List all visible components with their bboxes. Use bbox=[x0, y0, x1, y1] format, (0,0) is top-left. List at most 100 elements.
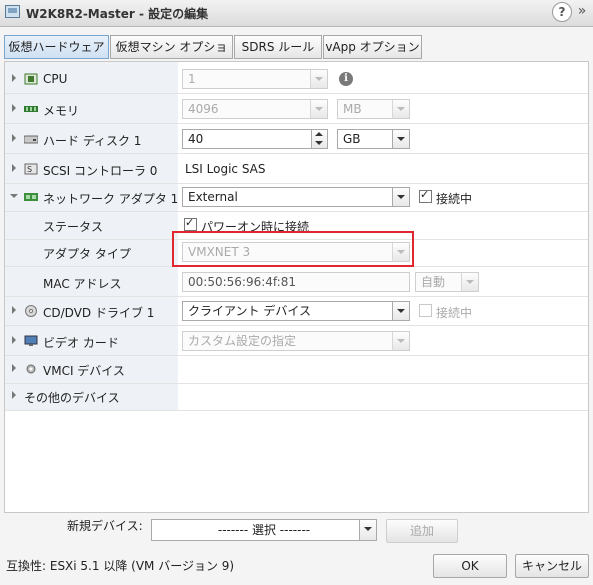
video-card-icon bbox=[24, 335, 38, 346]
video-label: ビデオ カード bbox=[43, 336, 119, 350]
hard-disk-icon bbox=[24, 135, 38, 144]
vmci-label: VMCI デバイス bbox=[43, 364, 125, 378]
ok-button[interactable]: OK bbox=[433, 554, 507, 578]
new-device-select[interactable]: ------- 選択 ------- bbox=[151, 519, 377, 541]
scsi-label-cell[interactable]: S SCSI コントローラ 0 bbox=[5, 155, 178, 183]
scsi-label: SCSI コントローラ 0 bbox=[43, 164, 158, 178]
tab-virtual-hardware[interactable]: 仮想ハードウェア bbox=[4, 35, 109, 59]
tab-vm-options[interactable]: 仮想マシン オプション bbox=[110, 35, 233, 76]
new-device-value: ------- 選択 ------- bbox=[217, 523, 311, 537]
disk-size-input[interactable]: 40 bbox=[182, 129, 328, 149]
mac-mode-select[interactable]: 自動 bbox=[415, 272, 479, 292]
cddvd-label: CD/DVD ドライブ 1 bbox=[43, 306, 155, 320]
row-other-devices: その他のデバイス bbox=[5, 382, 588, 411]
scsi-value: LSI Logic SAS bbox=[185, 162, 266, 176]
cddvd-connected-checkbox[interactable] bbox=[419, 304, 432, 317]
expand-arrow-icon[interactable] bbox=[12, 104, 16, 112]
chevron-down-icon[interactable] bbox=[392, 130, 409, 148]
chevron-down-icon[interactable] bbox=[461, 273, 478, 291]
chevron-down-icon[interactable] bbox=[310, 100, 327, 118]
adapter-type-label: アダプタ タイプ bbox=[43, 247, 131, 261]
memory-select[interactable]: 4096 bbox=[182, 99, 328, 119]
network-connected-label: 接続中 bbox=[436, 192, 473, 206]
row-cddvd: CD/DVD ドライブ 1 クライアント デバイス 接続中 bbox=[5, 297, 588, 326]
cpu-label-cell[interactable]: CPU bbox=[5, 65, 178, 93]
expand-arrow-icon[interactable] bbox=[12, 364, 16, 372]
add-button[interactable]: 追加 bbox=[386, 519, 458, 543]
disk-unit: GB bbox=[343, 132, 361, 146]
mac-input[interactable]: 00:50:56:96:4f:81 bbox=[182, 272, 410, 292]
power-on-checkbox[interactable] bbox=[184, 216, 197, 231]
cpu-value: 1 bbox=[188, 72, 196, 86]
cddvd-select[interactable]: クライアント デバイス bbox=[182, 301, 410, 321]
info-icon[interactable]: i bbox=[339, 72, 353, 86]
tab-sdrs-rules[interactable]: SDRS ルール bbox=[234, 35, 322, 59]
chevron-down-icon[interactable] bbox=[392, 100, 409, 118]
cancel-button[interactable]: キャンセル bbox=[515, 554, 589, 578]
network-connected-checkbox[interactable] bbox=[419, 188, 432, 203]
video-label-cell[interactable]: ビデオ カード bbox=[5, 327, 178, 355]
chevron-down-icon[interactable] bbox=[392, 332, 409, 350]
chevron-down-icon[interactable] bbox=[310, 70, 327, 88]
tab-vapp-options[interactable]: vApp オプション bbox=[323, 35, 422, 59]
row-video-card: ビデオ カード カスタム設定の指定 bbox=[5, 327, 588, 356]
gear-icon bbox=[26, 364, 36, 374]
network-value: External bbox=[188, 190, 238, 204]
video-select[interactable]: カスタム設定の指定 bbox=[182, 331, 410, 351]
network-label-cell[interactable]: ネットワーク アダプタ 1 bbox=[5, 183, 178, 211]
row-hard-disk: ハード ディスク 1 40 GB bbox=[5, 125, 588, 154]
collapse-arrow-icon[interactable] bbox=[10, 194, 18, 198]
row-vmci: VMCI デバイス bbox=[5, 355, 588, 384]
cddvd-value: クライアント デバイス bbox=[188, 304, 311, 318]
memory-label: メモリ bbox=[43, 104, 80, 118]
expand-arrow-icon[interactable] bbox=[12, 134, 16, 142]
video-value: カスタム設定の指定 bbox=[188, 334, 297, 348]
expand-arrow-icon[interactable] bbox=[12, 336, 16, 344]
mac-label: MAC アドレス bbox=[43, 277, 122, 291]
cpu-icon bbox=[24, 73, 38, 85]
other-label-cell[interactable]: その他のデバイス bbox=[5, 382, 178, 410]
vmci-label-cell[interactable]: VMCI デバイス bbox=[5, 355, 178, 383]
svg-text:S: S bbox=[27, 165, 32, 174]
expand-icon[interactable]: » bbox=[574, 3, 590, 19]
cpu-select[interactable]: 1 bbox=[182, 69, 328, 89]
chevron-down-icon[interactable] bbox=[392, 302, 409, 320]
memory-unit-select[interactable]: MB bbox=[337, 99, 410, 119]
disk-size-value: 40 bbox=[188, 132, 204, 146]
mac-value: 00:50:56:96:4f:81 bbox=[188, 275, 296, 289]
cpu-label: CPU bbox=[43, 72, 68, 86]
expand-arrow-icon[interactable] bbox=[12, 74, 16, 82]
other-label: その他のデバイス bbox=[24, 391, 120, 405]
chevron-down-icon[interactable] bbox=[392, 188, 409, 206]
memory-unit: MB bbox=[343, 102, 362, 116]
highlight-box bbox=[172, 231, 414, 267]
compatibility-text: 互換性: ESXi 5.1 以降 (VM バージョン 9) bbox=[6, 559, 235, 573]
cddvd-label-cell[interactable]: CD/DVD ドライブ 1 bbox=[5, 297, 178, 325]
row-memory: メモリ 4096 MB bbox=[5, 95, 588, 124]
disk-unit-select[interactable]: GB bbox=[337, 129, 410, 149]
bottom-area: 新規デバイス: ------- 選択 ------- 追加 互換性: ESXi … bbox=[0, 514, 593, 585]
hardware-panel: CPU 1 i メモリ 4096 MB ハード ディスク 1 40 GB S S… bbox=[4, 61, 589, 513]
help-button[interactable]: ? bbox=[552, 2, 572, 22]
expand-arrow-icon[interactable] bbox=[12, 306, 16, 314]
chevron-down-icon[interactable] bbox=[359, 520, 376, 540]
cddvd-connected-label: 接続中 bbox=[436, 306, 473, 320]
memory-icon bbox=[24, 106, 38, 112]
network-label: ネットワーク アダプタ 1 bbox=[43, 192, 179, 206]
title-bar: W2K8R2-Master - 設定の編集 ? » bbox=[0, 0, 593, 27]
disk-label-cell[interactable]: ハード ディスク 1 bbox=[5, 125, 178, 153]
disk-label: ハード ディスク 1 bbox=[43, 134, 142, 148]
spinner-icon[interactable] bbox=[311, 130, 327, 148]
row-scsi: S SCSI コントローラ 0 LSI Logic SAS bbox=[5, 155, 588, 184]
expand-arrow-icon[interactable] bbox=[12, 164, 16, 172]
window-title: W2K8R2-Master - 設定の編集 bbox=[26, 7, 209, 21]
scsi-controller-icon: S bbox=[24, 163, 38, 175]
memory-value: 4096 bbox=[188, 102, 219, 116]
cd-dvd-icon bbox=[25, 305, 37, 317]
mac-mode-value: 自動 bbox=[421, 275, 446, 289]
row-cpu: CPU 1 i bbox=[5, 65, 588, 94]
network-select[interactable]: External bbox=[182, 187, 410, 207]
memory-label-cell[interactable]: メモリ bbox=[5, 95, 178, 123]
expand-arrow-icon[interactable] bbox=[12, 391, 16, 399]
row-network-adapter: ネットワーク アダプタ 1 External 接続中 bbox=[5, 183, 588, 212]
